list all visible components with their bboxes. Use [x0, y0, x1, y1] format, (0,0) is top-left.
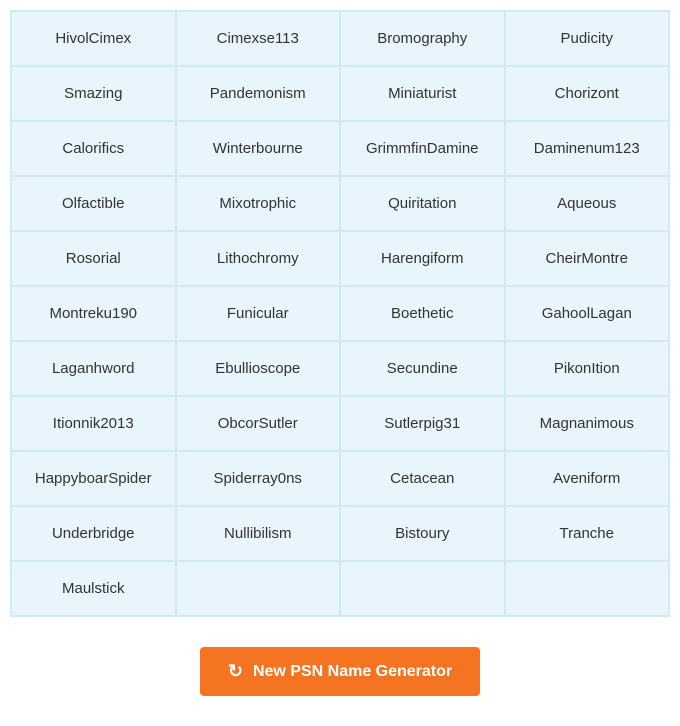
grid-cell: Olfactible — [11, 176, 176, 231]
grid-cell: Miniaturist — [340, 66, 505, 121]
grid-cell: HappyboarSpider — [11, 451, 176, 506]
grid-cell: Itionnik2013 — [11, 396, 176, 451]
grid-cell: Cetacean — [340, 451, 505, 506]
grid-cell: Daminenum123 — [505, 121, 670, 176]
grid-cell: Chorizont — [505, 66, 670, 121]
grid-cell: Pandemonism — [176, 66, 341, 121]
generate-button-label: New PSN Name Generator — [253, 663, 452, 681]
grid-cell: Funicular — [176, 286, 341, 341]
grid-cell: Pudicity — [505, 11, 670, 66]
grid-cell: Laganhword — [11, 341, 176, 396]
grid-cell: Rosorial — [11, 231, 176, 286]
grid-cell: Lithochromy — [176, 231, 341, 286]
grid-cell: Boethetic — [340, 286, 505, 341]
grid-cell: Sutlerpig31 — [340, 396, 505, 451]
grid-cell: HivolCimex — [11, 11, 176, 66]
grid-cell: Ebullioscope — [176, 341, 341, 396]
grid-cell: Bromography — [340, 11, 505, 66]
grid-cell: Calorifics — [11, 121, 176, 176]
grid-cell: Montreku190 — [11, 286, 176, 341]
grid-cell: Aveniform — [505, 451, 670, 506]
grid-cell: Smazing — [11, 66, 176, 121]
grid-cell: Tranche — [505, 506, 670, 561]
grid-cell: Harengiform — [340, 231, 505, 286]
grid-cell: CheirMontre — [505, 231, 670, 286]
grid-cell: GrimmfinDamine — [340, 121, 505, 176]
grid-cell: Secundine — [340, 341, 505, 396]
grid-cell: PikonItion — [505, 341, 670, 396]
grid-cell: Nullibilism — [176, 506, 341, 561]
grid-cell: Winterbourne — [176, 121, 341, 176]
grid-cell: Bistoury — [340, 506, 505, 561]
grid-cell: Quiritation — [340, 176, 505, 231]
grid-cell — [176, 561, 341, 616]
grid-cell: Mixotrophic — [176, 176, 341, 231]
refresh-icon: ↻ — [228, 661, 243, 682]
grid-cell: ObcorSutler — [176, 396, 341, 451]
grid-cell: Magnanimous — [505, 396, 670, 451]
grid-cell: Aqueous — [505, 176, 670, 231]
name-grid: HivolCimexCimexse113BromographyPudicity S… — [10, 10, 670, 617]
grid-cell: Cimexse113 — [176, 11, 341, 66]
grid-cell: Spiderray0ns — [176, 451, 341, 506]
generate-button[interactable]: ↻ New PSN Name Generator — [200, 647, 480, 696]
button-container: ↻ New PSN Name Generator — [200, 647, 480, 696]
grid-cell — [505, 561, 670, 616]
grid-cell: GahoolLagan — [505, 286, 670, 341]
grid-cell: Maulstick — [11, 561, 176, 616]
grid-cell — [340, 561, 505, 616]
grid-cell: Underbridge — [11, 506, 176, 561]
